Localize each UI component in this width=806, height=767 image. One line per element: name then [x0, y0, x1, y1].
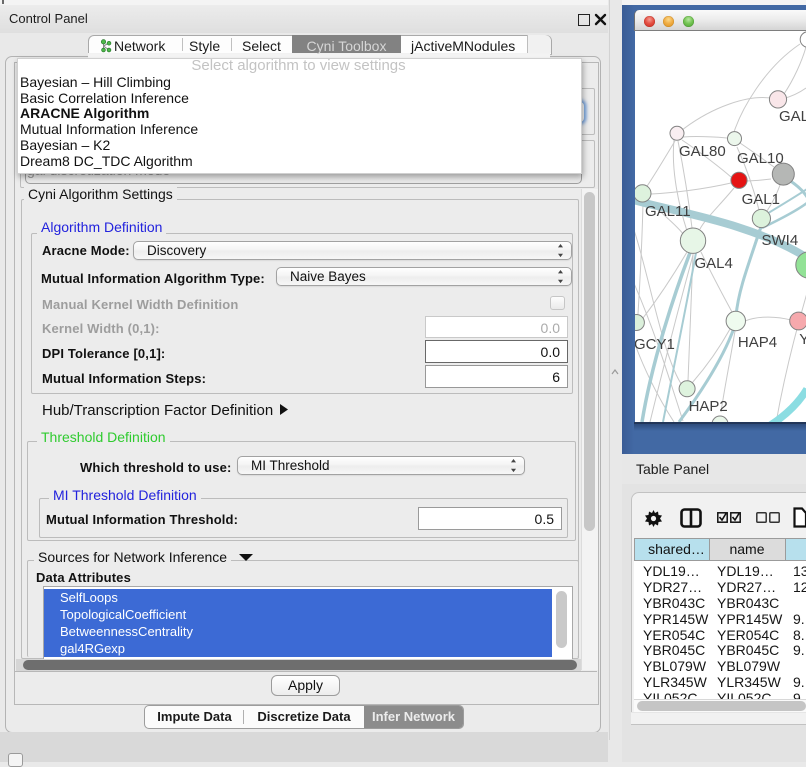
- svg-text:YE: YE: [799, 331, 806, 348]
- svg-text:GAL80: GAL80: [679, 143, 726, 160]
- svg-text:HAP2: HAP2: [689, 398, 728, 415]
- svg-text:GAL10: GAL10: [737, 150, 784, 167]
- svg-text:GAL7: GAL7: [779, 108, 806, 125]
- svg-text:GAL1: GAL1: [742, 191, 780, 208]
- svg-text:GAL11: GAL11: [645, 203, 691, 220]
- svg-text:GCY1: GCY1: [635, 336, 675, 353]
- svg-text:HAP4: HAP4: [738, 334, 777, 351]
- svg-text:SWI4: SWI4: [762, 232, 799, 249]
- svg-text:GAL4: GAL4: [695, 255, 733, 272]
